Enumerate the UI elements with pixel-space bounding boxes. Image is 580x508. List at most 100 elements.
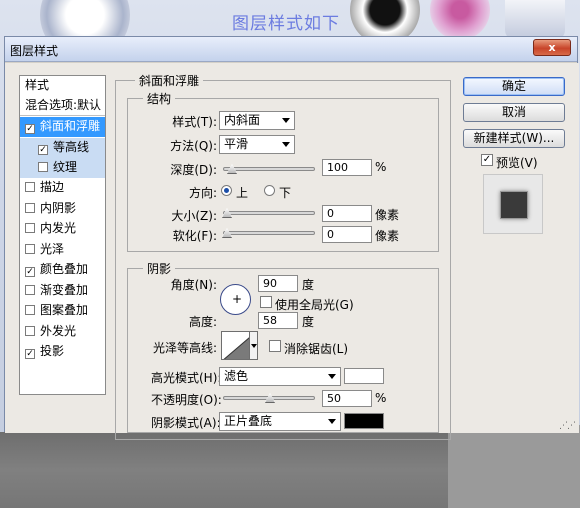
blending-options-item[interactable]: 混合选项:默认	[20, 96, 105, 116]
chevron-down-icon	[328, 374, 336, 379]
checkbox-icon[interactable]: ✓	[38, 145, 48, 155]
size-input[interactable]: 0	[322, 205, 372, 222]
styles-list: 样式 混合选项:默认 ✓ 斜面和浮雕 ✓ 等高线 纹理 描边 内阴影 内发光 光泽 …	[19, 75, 106, 395]
direction-down-radio[interactable]	[264, 185, 275, 196]
style-preview	[483, 174, 543, 234]
canvas-background-right	[448, 425, 580, 508]
style-preview-swatch	[500, 191, 528, 219]
pattern-overlay-item[interactable]: 图案叠加	[20, 301, 105, 321]
drop-shadow-item[interactable]: ✓ 投影	[20, 342, 105, 362]
opacity-slider[interactable]	[223, 393, 315, 402]
angle-input[interactable]: 90	[258, 275, 298, 292]
checkbox-icon[interactable]: ✓	[25, 349, 35, 359]
size-label: 大小(Z):	[171, 209, 217, 223]
contour-dropdown-arrow[interactable]	[249, 331, 258, 360]
styles-header[interactable]: 样式	[20, 76, 105, 96]
opacity-label: 不透明度(O):	[151, 393, 222, 407]
chevron-down-icon	[328, 419, 336, 424]
preview-checkbox[interactable]: ✓	[481, 154, 493, 166]
direction-up-label: 上	[236, 186, 249, 200]
technique-select[interactable]: 平滑	[219, 135, 295, 154]
checkbox-icon[interactable]	[25, 223, 35, 233]
new-style-button[interactable]: 新建样式(W)...	[463, 129, 565, 148]
direction-down-label: 下	[279, 186, 292, 200]
checkbox-icon[interactable]	[25, 244, 35, 254]
checkbox-icon[interactable]: ✓	[25, 267, 35, 277]
depth-slider[interactable]	[223, 164, 315, 173]
altitude-input[interactable]: 58	[258, 312, 298, 329]
checkbox-icon[interactable]	[25, 182, 35, 192]
highlight-color-swatch[interactable]	[344, 368, 384, 384]
angle-dial[interactable]: +	[220, 284, 251, 315]
inner-shadow-item[interactable]: 内阴影	[20, 199, 105, 219]
contour-item[interactable]: ✓ 等高线	[20, 138, 105, 158]
depth-unit: %	[375, 160, 387, 174]
altitude-unit: 度	[302, 315, 315, 329]
soften-label: 软化(F):	[172, 229, 217, 243]
dialog-title: 图层样式	[10, 44, 59, 58]
checkbox-icon[interactable]	[25, 326, 35, 336]
crosshair-icon: +	[232, 292, 243, 306]
depth-input[interactable]: 100	[322, 159, 372, 176]
shadow-mode-label: 阴影模式(A):	[151, 416, 221, 430]
slider-thumb[interactable]	[265, 393, 275, 402]
altitude-label: 高度:	[188, 315, 217, 329]
global-light-checkbox[interactable]	[260, 296, 272, 308]
inner-glow-item[interactable]: 内发光	[20, 219, 105, 239]
anti-aliased-label: 消除锯齿(L)	[284, 342, 349, 356]
shading-title: 阴影	[143, 260, 176, 277]
color-overlay-item[interactable]: ✓ 颜色叠加	[20, 260, 105, 280]
slider-thumb[interactable]	[227, 164, 237, 173]
global-light-label: 使用全局光(G)	[275, 298, 354, 312]
decorative-shape	[430, 0, 490, 40]
watermark-text: 图层样式如下	[232, 14, 340, 34]
preview-label: 预览(V)	[496, 156, 538, 170]
checkbox-icon[interactable]	[25, 285, 35, 295]
bevel-emboss-title: 斜面和浮雕	[135, 72, 204, 89]
layer-style-dialog: 图层样式 x 样式 混合选项:默认 ✓ 斜面和浮雕 ✓ 等高线 纹理 描边 内阴影 …	[4, 36, 579, 440]
satin-item[interactable]: 光泽	[20, 240, 105, 260]
cancel-button[interactable]: 取消	[463, 103, 565, 122]
resize-grip-icon[interactable]: ⋰⋰	[559, 421, 576, 431]
depth-label: 深度(D):	[170, 163, 217, 177]
style-label: 样式(T):	[172, 115, 217, 129]
size-slider[interactable]	[222, 208, 315, 217]
direction-up-radio[interactable]	[221, 185, 232, 196]
shadow-mode-select[interactable]: 正片叠底	[219, 412, 341, 431]
gradient-overlay-item[interactable]: 渐变叠加	[20, 281, 105, 301]
technique-label: 方法(Q):	[170, 139, 217, 153]
soften-slider[interactable]	[222, 228, 315, 237]
checkbox-icon[interactable]	[38, 162, 48, 172]
dialog-body: 样式 混合选项:默认 ✓ 斜面和浮雕 ✓ 等高线 纹理 描边 内阴影 内发光 光泽 …	[5, 63, 579, 440]
opacity-unit: %	[375, 391, 387, 405]
checkbox-icon[interactable]	[25, 305, 35, 315]
size-unit: 像素	[375, 208, 400, 222]
checkbox-icon[interactable]	[25, 203, 35, 213]
slider-thumb[interactable]	[222, 228, 232, 237]
ok-button[interactable]: 确定	[463, 77, 565, 96]
decorative-shape	[505, 0, 565, 40]
checkbox-icon[interactable]: ✓	[25, 124, 35, 134]
highlight-mode-select[interactable]: 滤色	[219, 367, 341, 386]
opacity-input[interactable]: 50	[322, 390, 372, 407]
slider-thumb[interactable]	[222, 208, 232, 217]
direction-label: 方向:	[188, 186, 217, 200]
bevel-emboss-item[interactable]: ✓ 斜面和浮雕	[20, 117, 105, 137]
angle-unit: 度	[302, 278, 315, 292]
soften-unit: 像素	[375, 229, 400, 243]
highlight-mode-label: 高光模式(H):	[151, 371, 222, 385]
outer-glow-item[interactable]: 外发光	[20, 322, 105, 342]
shadow-color-swatch[interactable]	[344, 413, 384, 429]
close-button[interactable]: x	[533, 39, 571, 56]
anti-aliased-checkbox[interactable]	[269, 340, 281, 352]
style-select[interactable]: 内斜面	[219, 111, 295, 130]
soften-input[interactable]: 0	[322, 226, 372, 243]
gloss-contour-label: 光泽等高线:	[152, 341, 217, 355]
chevron-down-icon	[282, 118, 290, 123]
dialog-titlebar[interactable]: 图层样式 x	[5, 37, 577, 62]
structure-title: 结构	[143, 90, 176, 107]
texture-item[interactable]: 纹理	[20, 158, 105, 178]
angle-label: 角度(N):	[170, 278, 217, 292]
stroke-item[interactable]: 描边	[20, 178, 105, 198]
chevron-down-icon	[282, 142, 290, 147]
